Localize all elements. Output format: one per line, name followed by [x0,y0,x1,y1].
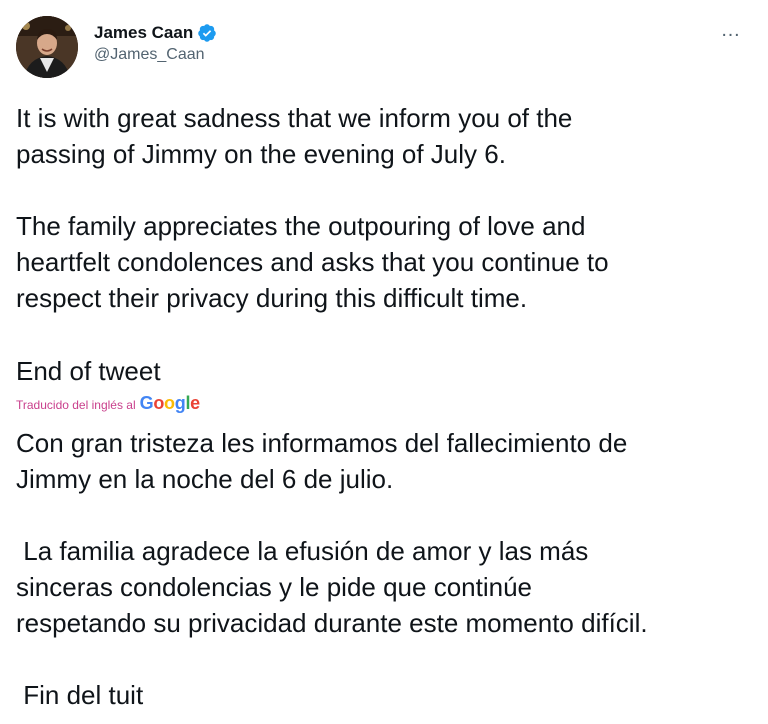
avatar[interactable] [16,16,78,78]
tweet-paragraph-2: The family appreciates the outpouring of… [16,211,609,313]
tweet-paragraph-1: It is with great sadness that we inform … [16,103,573,169]
google-logo-letter: e [190,393,200,413]
author-display-name[interactable]: James Caan [94,23,193,43]
translated-paragraph-3: Fin del tuit [16,680,144,710]
google-logo-letter: G [139,393,154,413]
tweet-paragraph-3: End of tweet [16,356,161,386]
display-name-row: James Caan [94,22,217,44]
translated-label: Traducido del inglés al [16,398,136,412]
translated-paragraph-2: La familia agradece la efusión de amor y… [16,536,648,638]
translated-paragraph-1: Con gran tristeza les informamos del fal… [16,428,628,494]
google-logo: Google [139,393,201,414]
google-logo-letter: o [164,393,175,413]
author-names: James Caan @James_Caan [94,22,217,64]
google-logo-letter: o [153,393,165,413]
translated-by-google-link[interactable]: Traducido del inglés al Google [16,393,200,417]
more-options-icon[interactable]: … [716,18,746,42]
google-logo-letter: g [174,393,186,413]
verified-badge-icon [197,23,217,43]
tweet-header: James Caan @James_Caan … [16,16,752,78]
avatar-photo-icon [16,16,78,78]
author-handle[interactable]: @James_Caan [94,46,217,64]
tweet-card: James Caan @James_Caan … It is with grea… [0,0,768,724]
